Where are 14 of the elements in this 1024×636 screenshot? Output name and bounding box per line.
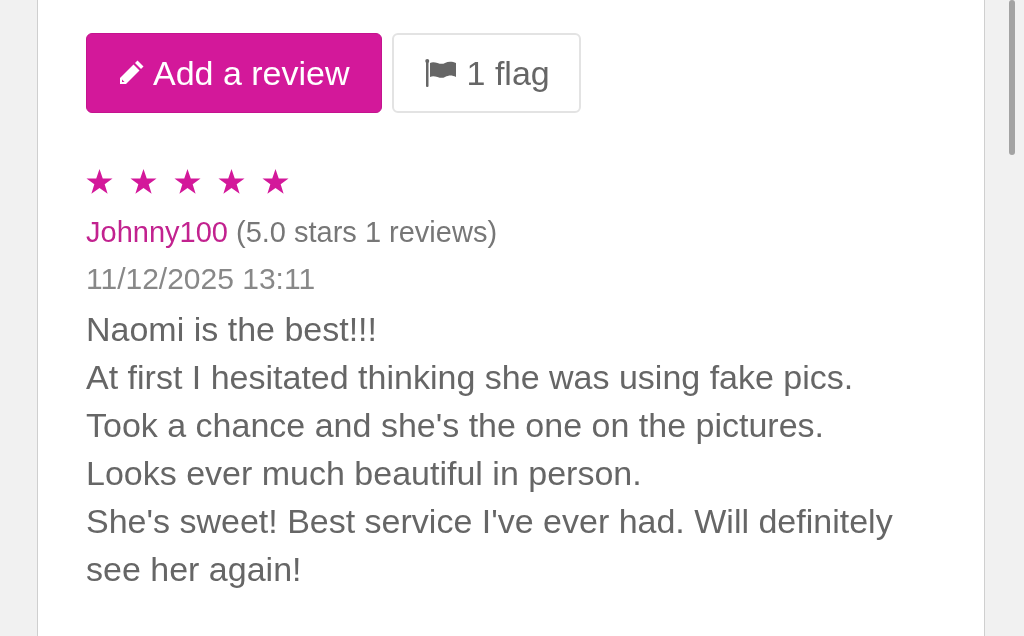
review-date: 11/12/2025 13:11 [86,261,317,297]
review-text: Naomi is the best!!! At first I hesitated thinking she was using fake pics. Took a chance and she's the one on the pictures. Looks ever much beautiful in person. She's sweet! Best service I've ever had. Will definitely see her again! [86,309,894,590]
star-icon [262,169,289,195]
add-review-button[interactable]: Add a review [86,33,382,113]
author-link[interactable]: Johnny100 [86,216,228,248]
star-icon [86,169,113,195]
star-icon [218,169,245,195]
star-icon [174,169,201,195]
scrollbar-thumb[interactable] [1009,0,1015,155]
author-stats: (5.0 stars 1 reviews) [235,216,498,248]
flag-icon [424,59,457,87]
flag-button[interactable]: 1 flag [391,33,581,113]
pencil-icon [117,59,145,87]
star-icon [130,169,157,195]
